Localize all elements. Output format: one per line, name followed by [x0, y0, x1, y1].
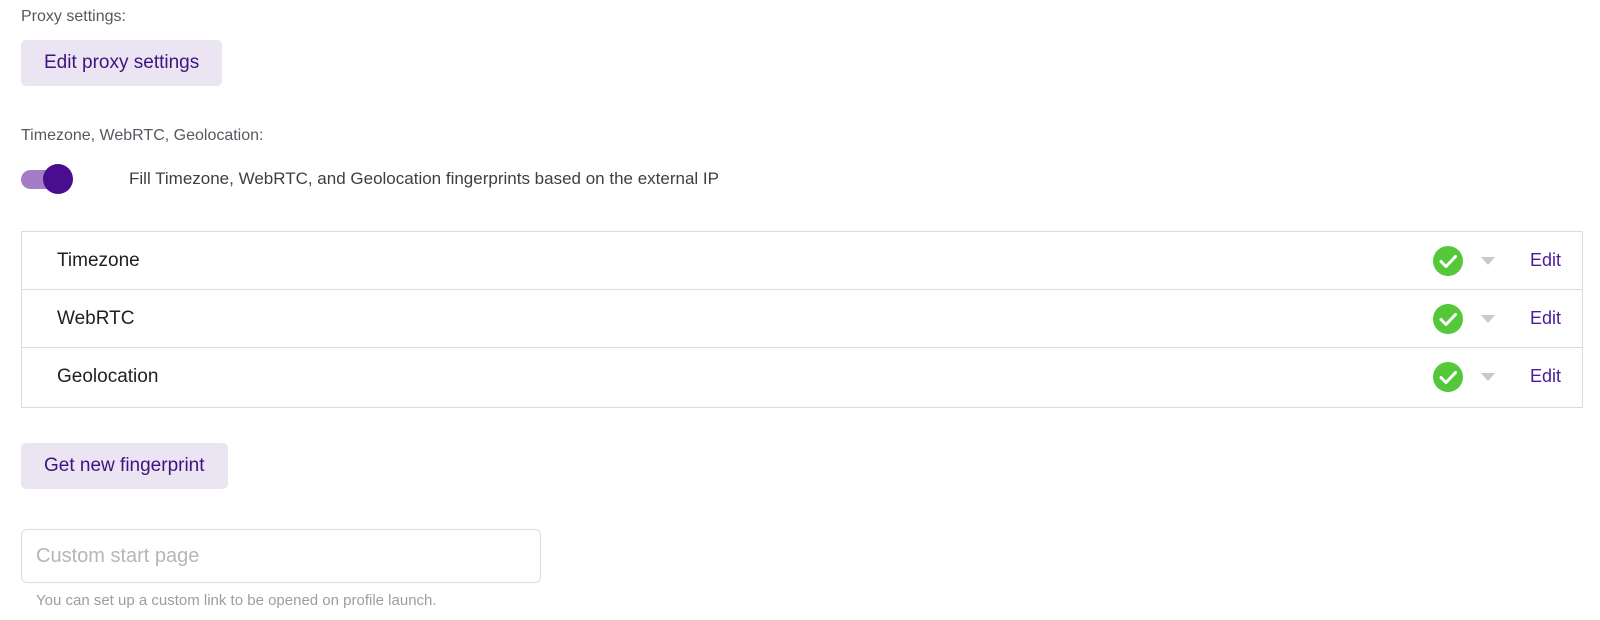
fingerprint-name: Geolocation: [57, 366, 159, 387]
proxy-settings-label: Proxy settings:: [21, 8, 126, 25]
check-icon: [1433, 362, 1463, 392]
geo-settings-label: Timezone, WebRTC, Geolocation:: [21, 127, 264, 144]
chevron-down-icon[interactable]: [1481, 315, 1495, 323]
start-page-hint: You can set up a custom link to be opene…: [36, 592, 437, 609]
fingerprint-name: WebRTC: [57, 308, 135, 329]
fill-from-ip-toggle[interactable]: [21, 163, 73, 195]
get-new-fingerprint-button[interactable]: Get new fingerprint: [21, 443, 228, 489]
check-icon: [1433, 304, 1463, 334]
toggle-knob: [43, 164, 73, 194]
fingerprint-row-webrtc: WebRTC Edit: [22, 290, 1582, 348]
edit-proxy-settings-button[interactable]: Edit proxy settings: [21, 40, 223, 86]
check-icon: [1433, 246, 1463, 276]
fill-from-ip-toggle-label: Fill Timezone, WebRTC, and Geolocation f…: [129, 169, 719, 188]
geo-fill-toggle-row: Fill Timezone, WebRTC, and Geolocation f…: [21, 163, 719, 195]
edit-geolocation-link[interactable]: Edit: [1530, 348, 1561, 404]
chevron-down-icon[interactable]: [1481, 373, 1495, 381]
fingerprint-row-geolocation: Geolocation Edit: [22, 348, 1582, 407]
fingerprint-row-timezone: Timezone Edit: [22, 232, 1582, 290]
fingerprint-table: Timezone Edit WebRTC Edit Geolocation Ed…: [21, 231, 1583, 408]
custom-start-page-input[interactable]: [21, 529, 541, 583]
edit-webrtc-link[interactable]: Edit: [1530, 290, 1561, 346]
fingerprint-name: Timezone: [57, 250, 140, 271]
profile-settings-panel: Proxy settings: Edit proxy settings Time…: [0, 0, 1600, 620]
chevron-down-icon[interactable]: [1481, 257, 1495, 265]
edit-timezone-link[interactable]: Edit: [1530, 232, 1561, 288]
